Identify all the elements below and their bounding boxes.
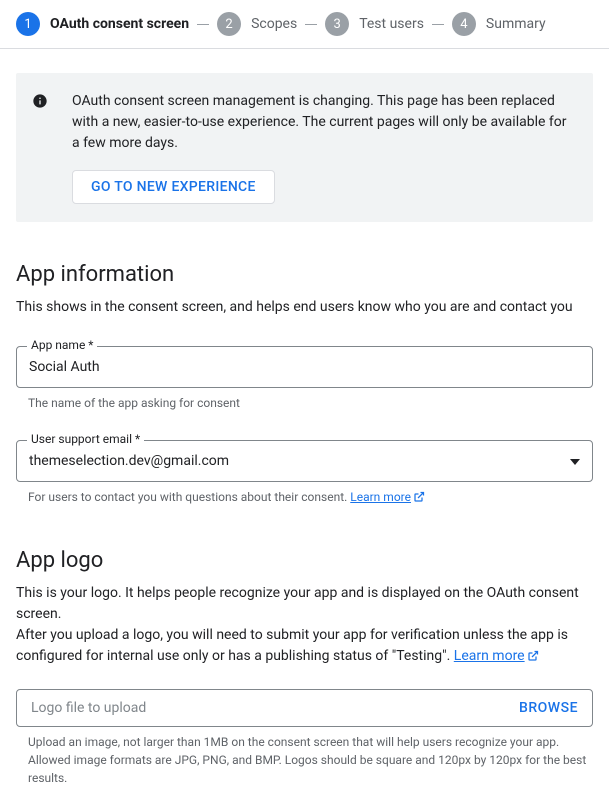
logo-upload-field[interactable]: Logo file to upload BROWSE: [16, 689, 593, 727]
step-label: Scopes: [251, 16, 297, 32]
info-icon: [32, 93, 48, 113]
app-name-field: App name * The name of the app asking fo…: [16, 346, 593, 412]
app-name-outline: App name *: [16, 346, 593, 388]
app-logo-desc-1: This is your logo. It helps people recog…: [16, 583, 593, 625]
step-summary[interactable]: 4 Summary: [452, 12, 546, 36]
external-link-icon: [527, 648, 539, 669]
stepper: 1 OAuth consent screen 2 Scopes 3 Test u…: [0, 0, 609, 49]
step-divider: [305, 24, 317, 25]
app-information-desc: This shows in the consent screen, and he…: [16, 297, 593, 318]
support-email-field: User support email * themeselection.dev@…: [16, 440, 593, 508]
learn-more-link[interactable]: Learn more: [454, 648, 539, 664]
learn-more-text: Learn more: [350, 490, 411, 504]
step-label: OAuth consent screen: [50, 16, 189, 32]
step-divider: [197, 24, 209, 25]
support-email-label: User support email *: [27, 433, 144, 445]
browse-button[interactable]: BROWSE: [519, 700, 578, 716]
logo-upload-placeholder: Logo file to upload: [31, 700, 519, 716]
page-content: OAuth consent screen management is chang…: [0, 49, 609, 803]
step-label: Summary: [486, 16, 546, 32]
step-scopes[interactable]: 2 Scopes: [217, 12, 297, 36]
app-name-input[interactable]: [29, 359, 580, 375]
step-label: Test users: [359, 16, 424, 32]
external-link-icon: [413, 490, 425, 508]
go-to-new-experience-button[interactable]: GO TO NEW EXPERIENCE: [72, 170, 275, 204]
app-name-label: App name *: [27, 339, 97, 351]
app-logo-desc-2: After you upload a logo, you will need t…: [16, 625, 593, 669]
step-number: 3: [325, 12, 349, 36]
chevron-down-icon: [570, 453, 580, 469]
step-oauth-consent[interactable]: 1 OAuth consent screen: [16, 12, 189, 36]
notice-text: OAuth consent screen management is chang…: [72, 91, 575, 154]
step-number: 2: [217, 12, 241, 36]
step-number: 4: [452, 12, 476, 36]
info-notice: OAuth consent screen management is chang…: [16, 73, 593, 222]
step-number: 1: [16, 12, 40, 36]
support-email-helper-text: For users to contact you with questions …: [28, 490, 350, 504]
app-information-heading: App information: [16, 262, 593, 287]
learn-more-text: Learn more: [454, 648, 525, 664]
step-divider: [432, 24, 444, 25]
learn-more-link[interactable]: Learn more: [350, 490, 425, 504]
logo-upload-helper: Upload an image, not larger than 1MB on …: [16, 733, 593, 787]
support-email-value: themeselection.dev@gmail.com: [29, 453, 570, 469]
app-name-helper: The name of the app asking for consent: [16, 394, 593, 412]
step-test-users[interactable]: 3 Test users: [325, 12, 424, 36]
support-email-helper: For users to contact you with questions …: [16, 488, 593, 508]
support-email-select[interactable]: User support email * themeselection.dev@…: [16, 440, 593, 482]
app-logo-heading: App logo: [16, 548, 593, 573]
notice-body: OAuth consent screen management is chang…: [72, 91, 575, 204]
